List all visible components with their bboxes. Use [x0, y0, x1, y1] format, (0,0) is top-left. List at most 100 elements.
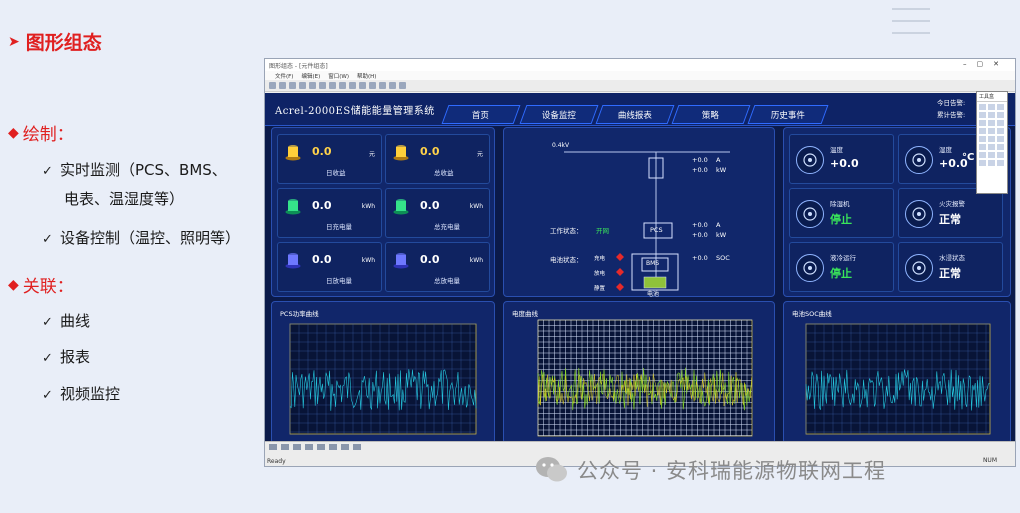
- value-tool-icon[interactable]: [988, 136, 995, 142]
- pointer-tool-icon[interactable]: [979, 104, 986, 110]
- toolbox-title: 工具盒: [977, 92, 1007, 102]
- env-device-icon: [905, 254, 933, 282]
- menu-window[interactable]: 窗口(W): [328, 72, 349, 80]
- layer-icon[interactable]: [379, 82, 386, 89]
- switch-tool-icon[interactable]: [988, 144, 995, 150]
- env-value: 正常: [939, 213, 961, 226]
- toolbox-tools: [977, 102, 1007, 168]
- polygon-tool-icon[interactable]: [979, 120, 986, 126]
- chart-tool-icon[interactable]: [997, 136, 1004, 142]
- stat-card: 0.0 元总收益: [385, 134, 490, 184]
- run-icon[interactable]: [389, 82, 396, 89]
- stat-icon: [393, 253, 409, 269]
- soc-unit: SOC: [716, 254, 730, 262]
- scada-header: Acrel-2000ES储能能量管理系统 首页 设备监控 曲线报表 策略 历史事…: [265, 93, 1015, 126]
- align-icon[interactable]: [369, 82, 376, 89]
- nav-device[interactable]: 设备监控: [519, 105, 599, 124]
- battery-state-idle: 静置: [594, 286, 606, 292]
- rounded-rect-tool-icon[interactable]: [988, 112, 995, 118]
- save-icon[interactable]: [289, 82, 296, 89]
- gauge-tool-icon[interactable]: [979, 152, 986, 158]
- image-tool-icon[interactable]: [997, 128, 1004, 134]
- alarm-today: 今日告警:: [937, 99, 966, 107]
- link-tool-icon[interactable]: [997, 160, 1004, 166]
- stat-unit: 元: [368, 151, 375, 158]
- check-icon: ✓: [42, 351, 53, 366]
- print-icon[interactable]: [299, 82, 306, 89]
- stat-card: 0.0 kWh 总放电量: [385, 242, 490, 292]
- align-left-icon[interactable]: [317, 444, 325, 450]
- menu-edit[interactable]: 编辑(E): [301, 72, 320, 80]
- window-title: 图形组态 - [元件组态]: [269, 62, 328, 70]
- pcs-power-plot: [289, 323, 477, 435]
- env-device-icon: [905, 146, 933, 174]
- env-device-icon: [796, 254, 824, 282]
- table-tool-icon[interactable]: [988, 152, 995, 158]
- menu-file[interactable]: 文件(F): [275, 72, 293, 80]
- check-icon: ✓: [42, 164, 53, 179]
- list-item-text: 实时监测（PCS、BMS、: [60, 161, 227, 179]
- button-tool-icon[interactable]: [979, 136, 986, 142]
- last-page-icon[interactable]: [305, 444, 313, 450]
- env-card: 温度 +0.0: [789, 134, 894, 184]
- symbol-tool-icon[interactable]: [988, 160, 995, 166]
- nav-strategy[interactable]: 策略: [671, 105, 751, 124]
- stop-icon[interactable]: [399, 82, 406, 89]
- menu-help[interactable]: 帮助(H): [357, 72, 376, 80]
- watermark-text: 公众号 · 安科瑞能源物联网工程: [577, 459, 887, 483]
- env-value: 正常: [939, 267, 961, 280]
- nav-home[interactable]: 首页: [441, 105, 521, 124]
- cut-icon[interactable]: [309, 82, 316, 89]
- new-icon[interactable]: [269, 82, 276, 89]
- pcs-label: PCS: [650, 226, 663, 234]
- open-icon[interactable]: [279, 82, 286, 89]
- ellipse-tool-icon[interactable]: [997, 112, 1004, 118]
- work-status-label: 工作状态：: [550, 227, 583, 235]
- fill-tool-icon[interactable]: [979, 128, 986, 134]
- zoom-in-icon[interactable]: [339, 82, 346, 89]
- group-tool-icon[interactable]: [979, 160, 986, 166]
- env-name: 水浸状态: [939, 254, 965, 262]
- nav-history[interactable]: 历史事件: [747, 105, 829, 124]
- meter-power-value: +0.0: [692, 166, 708, 174]
- grid-icon[interactable]: [359, 82, 366, 89]
- copy-icon[interactable]: [319, 82, 326, 89]
- list-item: ✓ 设备控制（温控、照明等）: [42, 224, 240, 254]
- alarm-tool-icon[interactable]: [997, 144, 1004, 150]
- next-page-icon[interactable]: [293, 444, 301, 450]
- toolbar: [265, 80, 1015, 92]
- arc-tool-icon[interactable]: [997, 120, 1004, 126]
- energy-chart: 电度曲线: [503, 301, 775, 442]
- window-controls[interactable]: –▢✕: [963, 60, 1009, 68]
- zoom-out-icon[interactable]: [349, 82, 356, 89]
- first-page-icon[interactable]: [269, 444, 277, 450]
- status-num: NUM: [982, 457, 997, 464]
- bar-tool-icon[interactable]: [979, 144, 986, 150]
- toolbox-palette[interactable]: 工具盒: [976, 91, 1008, 194]
- check-icon: ✓: [42, 388, 53, 403]
- stat-card: 0.0 kWh 总充电量: [385, 188, 490, 238]
- text-tool-icon[interactable]: [988, 128, 995, 134]
- list-item: ✓ 报表: [42, 343, 90, 373]
- cross-tool-icon[interactable]: [997, 104, 1004, 110]
- pcs-power-value: +0.0: [692, 231, 708, 239]
- align-right-icon[interactable]: [341, 444, 349, 450]
- nav-curve-report[interactable]: 曲线报表: [595, 105, 675, 124]
- align-center-icon[interactable]: [329, 444, 337, 450]
- stat-value: 0.0: [420, 199, 440, 212]
- video-tool-icon[interactable]: [997, 152, 1004, 158]
- nav-label: 曲线报表: [617, 110, 652, 121]
- distribute-icon[interactable]: [353, 444, 361, 450]
- stat-card: 0.0 元日收益: [277, 134, 382, 184]
- line-tool-icon[interactable]: [988, 104, 995, 110]
- prev-page-icon[interactable]: [281, 444, 289, 450]
- statusbar-tools: [265, 442, 1015, 452]
- paste-icon[interactable]: [329, 82, 336, 89]
- slide-title-text: 图形组态: [25, 32, 102, 54]
- env-card: 除湿机 停止: [789, 188, 894, 238]
- rect-tool-icon[interactable]: [979, 112, 986, 118]
- polyline-tool-icon[interactable]: [988, 120, 995, 126]
- env-name: 温度: [830, 146, 843, 154]
- section-link: ◆ 关联：: [8, 272, 74, 298]
- env-card: 火灾报警 正常: [898, 188, 1003, 238]
